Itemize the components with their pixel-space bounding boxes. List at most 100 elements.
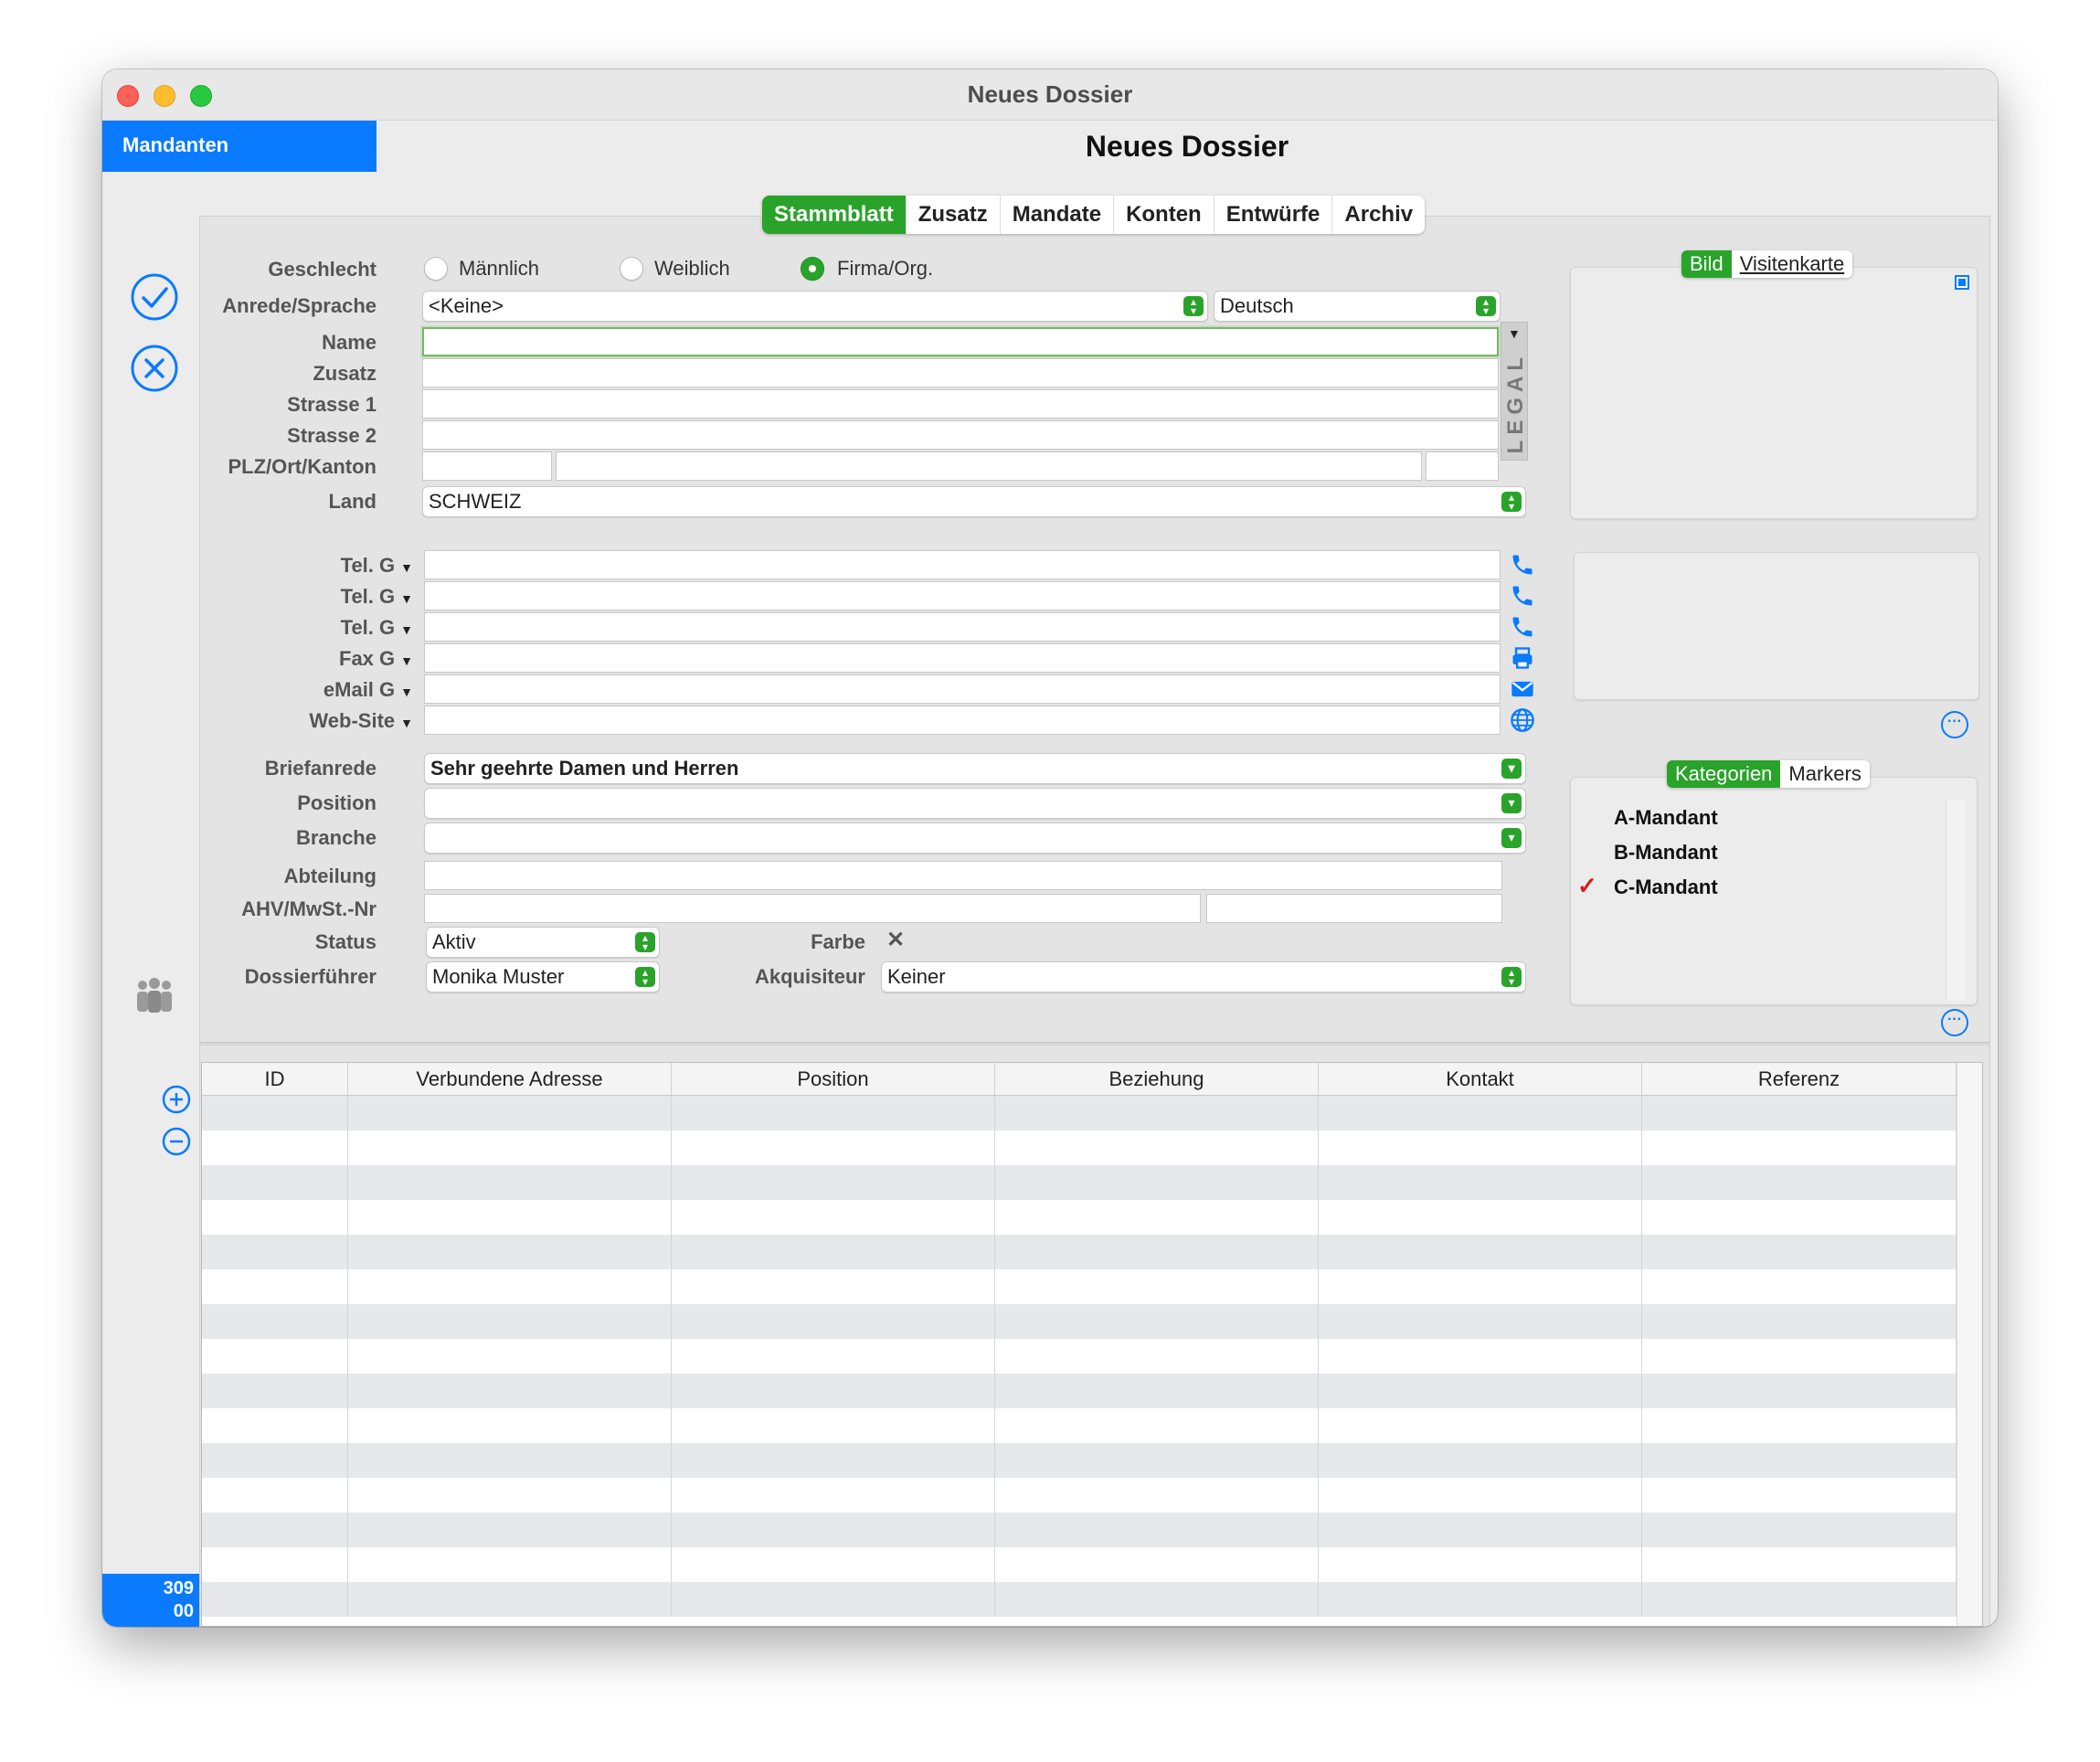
table-cell[interactable] — [1642, 1478, 1957, 1513]
table-cell[interactable] — [995, 1165, 1319, 1200]
category-c-mandant[interactable]: C-Mandant — [1614, 876, 1718, 899]
column-header-position[interactable]: Position — [672, 1063, 995, 1095]
table-cell[interactable] — [348, 1200, 672, 1235]
table-row[interactable] — [202, 1513, 1957, 1547]
fax-input[interactable] — [424, 643, 1501, 673]
table-row[interactable] — [202, 1547, 1957, 1582]
table-row[interactable] — [202, 1408, 1957, 1443]
section-divider[interactable] — [199, 1042, 1990, 1046]
table-row[interactable] — [202, 1130, 1957, 1165]
globe-icon[interactable] — [1510, 707, 1535, 733]
table-row[interactable] — [202, 1443, 1957, 1478]
category-b-mandant[interactable]: B-Mandant — [1614, 841, 1718, 865]
strasse2-input[interactable] — [422, 420, 1499, 450]
kanton-input[interactable] — [1426, 451, 1499, 481]
table-cell[interactable] — [672, 1304, 995, 1339]
akquisiteur-select[interactable]: Keiner ▴ ▾ — [881, 961, 1526, 992]
table-cell[interactable] — [672, 1408, 995, 1443]
legal-toggle[interactable]: ▼ LEGAL — [1501, 322, 1528, 461]
table-cell[interactable] — [672, 1096, 995, 1130]
table-cell[interactable] — [1642, 1374, 1957, 1408]
table-cell[interactable] — [995, 1269, 1319, 1304]
table-cell[interactable] — [1319, 1200, 1642, 1235]
tab-entwuerfe[interactable]: Entwürfe — [1214, 196, 1333, 234]
more-options-icon[interactable]: ··· — [1941, 1009, 1968, 1036]
table-cell[interactable] — [1642, 1513, 1957, 1547]
contact-label-6[interactable]: Web-Site ▼ — [102, 709, 413, 733]
table-cell[interactable] — [1319, 1304, 1642, 1339]
tab-kategorien[interactable]: Kategorien — [1667, 760, 1781, 788]
ort-input[interactable] — [556, 451, 1422, 481]
table-scrollbar[interactable] — [1957, 1063, 1982, 1626]
table-cell[interactable] — [1642, 1304, 1957, 1339]
table-cell[interactable] — [995, 1513, 1319, 1547]
table-cell[interactable] — [348, 1304, 672, 1339]
plz-input[interactable] — [422, 451, 552, 481]
table-cell[interactable] — [1642, 1130, 1957, 1165]
table-cell[interactable] — [995, 1374, 1319, 1408]
phone-icon[interactable] — [1510, 552, 1535, 578]
website-input[interactable] — [424, 706, 1501, 735]
contact-label-2[interactable]: Tel. G ▼ — [102, 585, 413, 609]
add-row-plus-icon[interactable] — [161, 1084, 192, 1115]
column-header-id[interactable]: ID — [202, 1063, 348, 1095]
table-cell[interactable] — [202, 1374, 348, 1408]
table-row[interactable] — [202, 1339, 1957, 1374]
table-cell[interactable] — [672, 1513, 995, 1547]
table-cell[interactable] — [202, 1235, 348, 1269]
remove-row-minus-icon[interactable] — [161, 1126, 192, 1157]
table-cell[interactable] — [348, 1096, 672, 1130]
table-cell[interactable] — [348, 1339, 672, 1374]
table-cell[interactable] — [202, 1443, 348, 1478]
fax-icon[interactable] — [1510, 645, 1535, 671]
table-cell[interactable] — [1319, 1408, 1642, 1443]
table-cell[interactable] — [672, 1235, 995, 1269]
notes-area[interactable] — [1574, 552, 1979, 700]
table-cell[interactable] — [1642, 1096, 1957, 1130]
table-cell[interactable] — [348, 1547, 672, 1582]
contact-label-5[interactable]: eMail G ▼ — [102, 678, 413, 702]
table-cell[interactable] — [202, 1096, 348, 1130]
table-cell[interactable] — [672, 1269, 995, 1304]
table-cell[interactable] — [995, 1130, 1319, 1165]
table-cell[interactable] — [1642, 1200, 1957, 1235]
table-cell[interactable] — [672, 1582, 995, 1617]
table-cell[interactable] — [672, 1443, 995, 1478]
tab-zusatz[interactable]: Zusatz — [907, 196, 1001, 234]
table-cell[interactable] — [348, 1269, 672, 1304]
table-cell[interactable] — [1642, 1235, 1957, 1269]
table-cell[interactable] — [348, 1478, 672, 1513]
table-cell[interactable] — [202, 1165, 348, 1200]
column-header-verbundene-adresse[interactable]: Verbundene Adresse — [348, 1063, 672, 1095]
strasse1-input[interactable] — [422, 389, 1499, 419]
table-cell[interactable] — [995, 1235, 1319, 1269]
table-cell[interactable] — [1319, 1130, 1642, 1165]
column-header-referenz[interactable]: Referenz — [1642, 1063, 1957, 1095]
table-cell[interactable] — [672, 1200, 995, 1235]
table-cell[interactable] — [1319, 1374, 1642, 1408]
table-cell[interactable] — [202, 1269, 348, 1304]
table-cell[interactable] — [1319, 1582, 1642, 1617]
table-cell[interactable] — [672, 1374, 995, 1408]
table-cell[interactable] — [202, 1304, 348, 1339]
name-input[interactable] — [422, 327, 1499, 356]
tab-visitenkarte[interactable]: Visitenkarte — [1732, 250, 1853, 278]
tab-archiv[interactable]: Archiv — [1332, 196, 1425, 234]
mwst-input[interactable] — [1206, 894, 1502, 923]
contact-label-3[interactable]: Tel. G ▼ — [102, 616, 413, 640]
table-cell[interactable] — [672, 1165, 995, 1200]
table-cell[interactable] — [1642, 1165, 1957, 1200]
table-cell[interactable] — [348, 1582, 672, 1617]
table-cell[interactable] — [202, 1478, 348, 1513]
table-cell[interactable] — [1319, 1339, 1642, 1374]
tab-konten[interactable]: Konten — [1114, 196, 1214, 234]
table-cell[interactable] — [995, 1582, 1319, 1617]
radio-firma[interactable] — [801, 257, 824, 281]
position-select[interactable]: ▾ — [424, 788, 1526, 819]
more-options-icon[interactable]: ··· — [1941, 711, 1968, 738]
table-cell[interactable] — [995, 1304, 1319, 1339]
table-row[interactable] — [202, 1235, 1957, 1269]
tel-input-1[interactable] — [424, 550, 1501, 579]
sidebar-tab-mandanten[interactable]: Mandanten — [102, 121, 377, 172]
branche-select[interactable]: ▾ — [424, 823, 1526, 854]
